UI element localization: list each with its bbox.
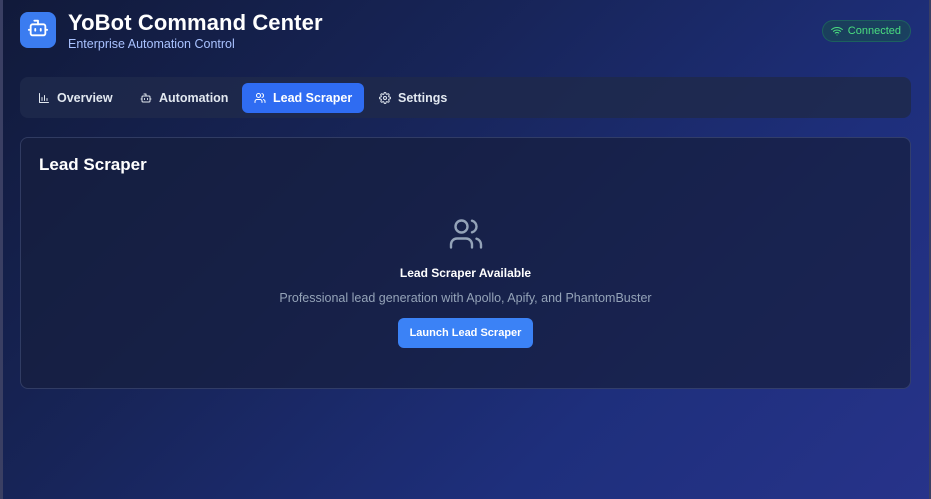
tab-settings-label: Settings [398, 91, 448, 105]
tab-overview[interactable]: Overview [26, 83, 125, 113]
tab-lead-scraper-label: Lead Scraper [273, 91, 353, 105]
empty-state-description: Professional lead generation with Apollo… [279, 291, 652, 305]
empty-state: Lead Scraper Available Professional lead… [21, 216, 910, 348]
connection-status-label: Connected [847, 25, 901, 37]
tab-bar: Overview Automation Lead Scraper Setting… [20, 77, 911, 118]
users-icon [448, 216, 484, 252]
wifi-icon [830, 25, 843, 37]
panel-title: Lead Scraper [39, 155, 147, 174]
lead-scraper-panel: Lead Scraper Lead Scraper Available Prof… [20, 137, 911, 389]
app-logo [20, 12, 56, 48]
tab-lead-scraper[interactable]: Lead Scraper [242, 83, 365, 113]
gear-icon [379, 92, 391, 104]
empty-state-title: Lead Scraper Available [399, 266, 532, 280]
launch-lead-scraper-button[interactable]: Launch Lead Scraper [397, 318, 534, 348]
app-title: YoBot Command Center [68, 10, 323, 35]
tab-automation-label: Automation [159, 91, 229, 105]
bot-icon [140, 92, 152, 104]
bar-chart-icon [38, 92, 50, 104]
tab-automation[interactable]: Automation [128, 83, 240, 113]
tab-overview-label: Overview [57, 91, 113, 105]
tab-settings[interactable]: Settings [367, 83, 459, 113]
app-header: YoBot Command Center Enterprise Automati… [20, 10, 911, 54]
app-subtitle: Enterprise Automation Control [68, 37, 235, 51]
window-edge-left [0, 0, 3, 499]
users-icon [254, 92, 266, 104]
robot-icon [27, 17, 49, 44]
connection-status-badge: Connected [821, 20, 911, 42]
